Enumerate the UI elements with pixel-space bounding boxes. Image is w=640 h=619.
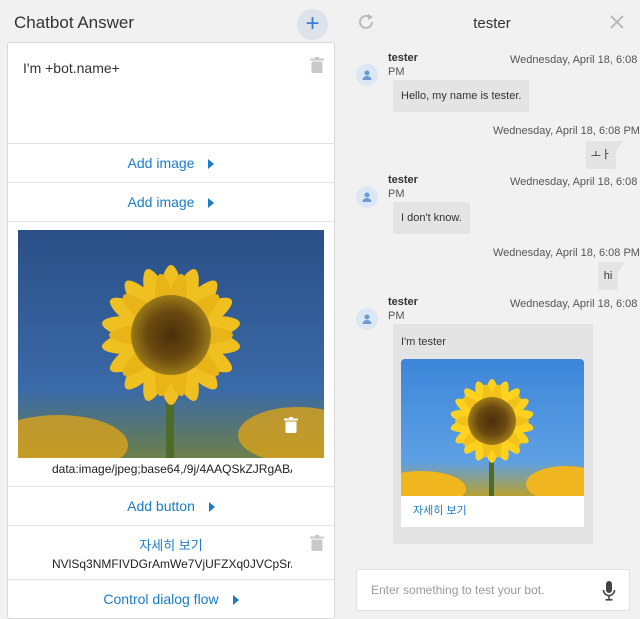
bot-message: Hello, my name is tester. — [393, 80, 530, 112]
chat-title: tester — [473, 15, 511, 32]
trash-icon[interactable] — [284, 417, 298, 433]
add-image-row-2: Add image — [8, 183, 334, 222]
avatar — [356, 308, 378, 330]
rich-message-text: I'm tester — [401, 336, 446, 348]
user-message: hi — [598, 262, 625, 290]
control-dialog-flow-link[interactable]: Control dialog flow — [103, 591, 239, 607]
caret-right-icon — [208, 502, 215, 512]
add-image-label: Add image — [127, 194, 195, 210]
caret-right-icon — [232, 595, 239, 605]
message-date: Wednesday, April 18, 6:08 — [510, 176, 638, 188]
avatar — [356, 64, 378, 86]
time-suffix: PM — [388, 188, 405, 200]
image-answer-row: data:image/jpeg;base64,/9j/4AAQSkZJRgABA… — [8, 222, 334, 487]
button-answer-row: 자세히 보기 NVlSq3NMFIVDGrAmWe7VjUFZXq0JVCpSr… — [8, 525, 334, 580]
time-suffix: PM — [388, 66, 405, 78]
message-date: Wednesday, April 18, 6:08 PM — [493, 125, 640, 137]
chatbot-answer-panel: Chatbot Answer + I'm +bot.name+ Add imag… — [0, 0, 342, 619]
rich-message-button[interactable]: 자세히 보기 — [401, 496, 584, 527]
add-answer-button[interactable]: + — [297, 9, 328, 40]
message-date: Wednesday, April 18, 6:08 — [510, 54, 638, 66]
chat-header: tester — [344, 0, 640, 46]
avatar — [356, 186, 378, 208]
user-message: ㅗㅏ — [586, 141, 623, 169]
add-image-link-1[interactable]: Add image — [128, 155, 215, 171]
image-data-url: data:image/jpeg;base64,/9j/4AAQSkZJRgABA… — [52, 462, 292, 476]
trash-icon[interactable] — [310, 57, 324, 73]
trash-icon[interactable] — [310, 535, 324, 551]
sender-name: tester — [388, 174, 418, 186]
text-answer-row[interactable]: I'm +bot.name+ — [8, 43, 334, 144]
test-chat-panel: tester tester PM Wednesday, April 18, 6:… — [344, 0, 640, 619]
add-button-label: Add button — [127, 498, 195, 514]
add-image-label: Add image — [127, 155, 195, 171]
close-icon[interactable] — [608, 13, 626, 31]
sunflower-image — [401, 359, 584, 496]
add-image-row-1: Add image — [8, 144, 334, 183]
sender-name: tester — [388, 52, 418, 64]
answer-header: Chatbot Answer + — [0, 0, 342, 44]
button-title[interactable]: 자세히 보기 — [8, 535, 334, 554]
control-flow-label: Control dialog flow — [103, 591, 219, 607]
message-date: Wednesday, April 18, 6:08 PM — [493, 247, 640, 259]
control-flow-row: Control dialog flow — [8, 580, 334, 618]
microphone-icon[interactable] — [602, 581, 616, 601]
message-date: Wednesday, April 18, 6:08 — [510, 298, 638, 310]
add-button-link[interactable]: Add button — [127, 498, 215, 514]
time-suffix: PM — [388, 310, 405, 322]
test-input-box — [356, 569, 630, 611]
sunflower-image — [18, 230, 324, 458]
text-answer[interactable]: I'm +bot.name+ — [23, 60, 120, 76]
caret-right-icon — [208, 159, 215, 169]
panel-title: Chatbot Answer — [14, 13, 135, 32]
answer-card: I'm +bot.name+ Add image Add image data:… — [7, 42, 335, 619]
rich-bot-message: I'm tester 자세히 보기 — [393, 324, 593, 544]
bot-message: I don't know. — [393, 202, 470, 234]
add-image-link-2[interactable]: Add image — [128, 194, 215, 210]
add-button-row: Add button — [8, 487, 334, 526]
caret-right-icon — [208, 198, 215, 208]
sender-name: tester — [388, 296, 418, 308]
test-message-input[interactable] — [357, 570, 595, 610]
button-url: NVlSq3NMFIVDGrAmWe7VjUFZXq0JVCpSr/9lDJVC… — [52, 557, 292, 571]
